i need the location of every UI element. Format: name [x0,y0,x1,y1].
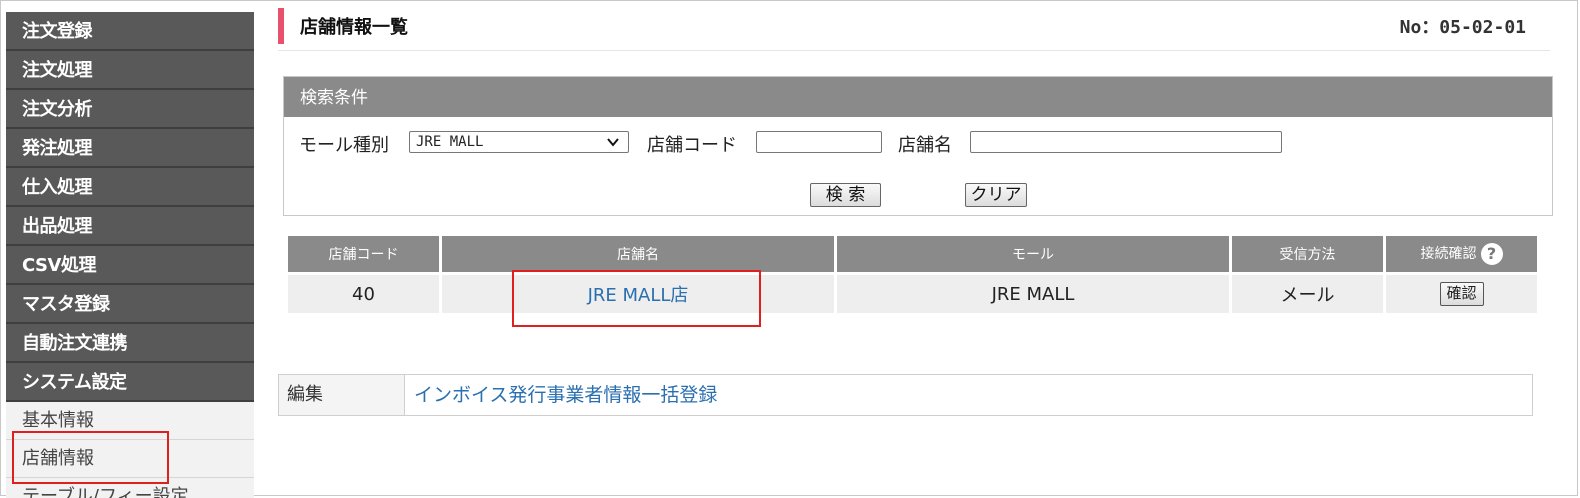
mall-type-label: モール種別 [299,135,389,156]
sidebar-item-order-analysis[interactable]: 注文分析 [6,90,254,129]
store-name-input[interactable] [970,131,1282,153]
sidebar-item-master-registration[interactable]: マスタ登録 [6,285,254,324]
sidebar-item-auto-order-link[interactable]: 自動注文連携 [6,324,254,363]
column-header-receive-method: 受信方法 [1232,236,1383,272]
page-title: 店舗情報一覧 [300,17,408,38]
page-header: 店舗情報一覧 No：05-02-01 [278,8,1550,51]
mall-type-select[interactable]: JRE MALL [409,131,629,153]
sidebar-item-order-entry[interactable]: 注文登録 [6,12,254,51]
column-header-connection-check: 接続確認? [1386,236,1537,272]
search-panel-header: 検索条件 [284,77,1552,117]
title-accent-bar [278,8,284,44]
sidebar-item-stocking[interactable]: 仕入処理 [6,168,254,207]
invoice-bulk-register-link[interactable]: インボイス発行事業者情報一括登録 [414,375,717,415]
sidebar-item-csv[interactable]: CSV処理 [6,246,254,285]
connection-check-label: 接続確認 [1420,246,1477,262]
highlight-box-store-name [512,270,761,327]
store-code-input[interactable] [756,131,882,153]
column-header-store-name: 店舗名 [442,236,834,272]
mall-type-selected-value: JRE MALL [416,134,484,150]
sidebar-item-purchase-order[interactable]: 発注処理 [6,129,254,168]
confirm-button[interactable]: 確認 [1439,282,1484,306]
highlight-box-store-info-menu [12,431,169,484]
search-button[interactable]: 検 索 [810,183,881,207]
store-name-label: 店舗名 [898,135,952,156]
edit-section: 編集 インボイス発行事業者情報一括登録 [278,374,1533,416]
chevron-down-icon [607,138,619,147]
clear-button[interactable]: クリア [965,183,1027,207]
column-header-store-code: 店舗コード [288,236,439,272]
page-number: No：05-02-01 [1399,17,1526,38]
cell-store-code: 40 [288,275,439,313]
edit-label: 編集 [279,375,405,415]
store-list-table: 店舗コード 店舗名 モール 受信方法 接続確認? 40 JRE MALL店 JR… [285,236,1540,313]
column-header-mall: モール [837,236,1229,272]
sidebar: 注文登録 注文処理 注文分析 発注処理 仕入処理 出品処理 CSV処理 マスタ登… [6,12,254,498]
cell-receive-method: メール [1232,275,1383,313]
store-code-label: 店舗コード [647,135,737,156]
sidebar-item-order-processing[interactable]: 注文処理 [6,51,254,90]
cell-connection-check: 確認 [1386,275,1537,313]
search-panel: 検索条件 モール種別 JRE MALL 店舗コード 店舗名 検 索 クリア [283,76,1553,216]
sidebar-item-listing[interactable]: 出品処理 [6,207,254,246]
sidebar-item-system-settings[interactable]: システム設定 [6,363,254,402]
help-icon[interactable]: ? [1480,243,1503,265]
cell-mall: JRE MALL [837,275,1229,313]
table-row: 40 JRE MALL店 JRE MALL メール 確認 [288,275,1537,313]
